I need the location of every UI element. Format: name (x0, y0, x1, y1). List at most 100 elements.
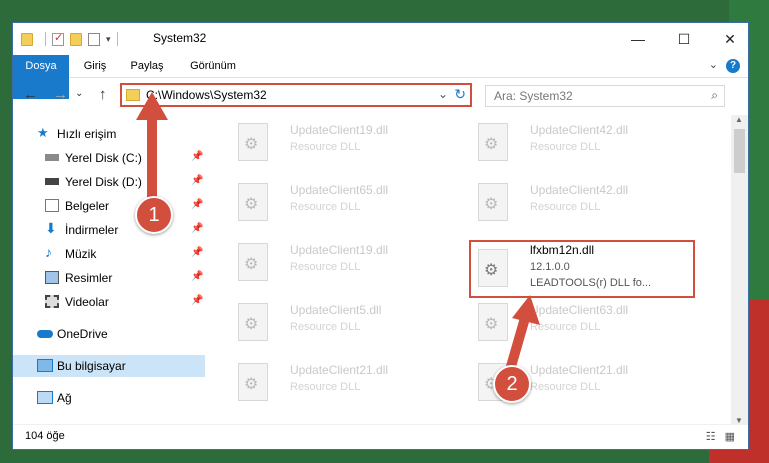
scroll-up-icon[interactable]: ▲ (735, 115, 743, 124)
sidebar-item-label: Yerel Disk (C:) (65, 151, 142, 165)
videos-icon (45, 295, 59, 308)
recent-locations-button[interactable]: ⌄ (75, 88, 83, 99)
list-item[interactable]: UpdateClient5.dll Resource DLL (228, 299, 458, 343)
sidebar-item-label: Belgeler (65, 199, 110, 213)
address-bar[interactable]: C:\Windows\System32 ⌄ ↻ (120, 83, 472, 107)
file-name: UpdateClient65.dll (290, 183, 389, 197)
search-icon: ⌕ (711, 88, 718, 102)
file-name: UpdateClient19.dll (290, 243, 389, 257)
pin-icon[interactable]: 📌 (191, 247, 203, 258)
scrollbar-thumb[interactable] (734, 129, 745, 173)
list-item[interactable]: UpdateClient19.dll Resource DLL (228, 239, 458, 283)
star-icon: ★ (37, 125, 49, 140)
drive-icon (45, 154, 59, 161)
file-name: UpdateClient21.dll (530, 363, 629, 377)
view-toggle-icons[interactable]: ☷ ▦ (706, 430, 738, 443)
file-description: Resource DLL (290, 141, 361, 153)
list-item[interactable]: UpdateClient63.dll Resource DLL (468, 299, 698, 343)
tab-home[interactable]: Giriş (77, 55, 113, 77)
sidebar-item-disk-c[interactable]: Yerel Disk (C:) 📌 (13, 147, 205, 169)
dll-file-icon (238, 123, 268, 161)
address-dropdown-icon[interactable]: ⌄ (438, 87, 448, 101)
sidebar-item-this-pc[interactable]: Bu bilgisayar (13, 355, 205, 377)
sidebar-item-network[interactable]: Ağ (13, 387, 205, 409)
title-bar: ▾ System32 — ☐ ✕ (13, 23, 748, 55)
list-item[interactable]: UpdateClient65.dll Resource DLL (228, 179, 458, 223)
file-description: Resource DLL (290, 381, 361, 393)
dll-file-icon (238, 303, 268, 341)
pin-icon[interactable]: 📌 (191, 175, 203, 186)
maximize-button[interactable]: ☐ (669, 29, 699, 49)
address-path[interactable]: C:\Windows\System32 (146, 88, 267, 102)
file-name: UpdateClient42.dll (530, 123, 629, 137)
dll-file-icon (478, 123, 508, 161)
sidebar-item-videos[interactable]: Videolar 📌 (13, 291, 205, 313)
new-folder-icon[interactable] (70, 32, 82, 46)
pin-icon[interactable]: 📌 (191, 271, 203, 282)
dll-file-icon (478, 183, 508, 221)
sidebar-item-quick-access[interactable]: ★ Hızlı erişim (13, 123, 205, 145)
file-description: Resource DLL (530, 321, 601, 333)
sidebar-item-label: Bu bilgisayar (57, 359, 126, 373)
sidebar-item-pictures[interactable]: Resimler 📌 (13, 267, 205, 289)
drive-icon (45, 178, 59, 185)
ribbon-collapse-icon[interactable]: ⌄ (709, 58, 718, 71)
sidebar-item-label: Ağ (57, 391, 72, 405)
window-title: System32 (153, 31, 207, 45)
forward-button[interactable]: → (53, 86, 68, 103)
pin-icon[interactable]: 📌 (191, 295, 203, 306)
file-description: Resource DLL (290, 321, 361, 333)
sidebar-item-label: Hızlı erişim (57, 127, 117, 141)
dll-file-icon (478, 303, 508, 341)
search-input[interactable]: Ara: System32 (494, 89, 573, 103)
quick-access-toolbar: ▾ (21, 31, 124, 47)
sidebar-item-documents[interactable]: Belgeler 📌 (13, 195, 205, 217)
properties-icon[interactable] (52, 31, 64, 46)
dll-file-icon (238, 363, 268, 401)
help-icon[interactable]: ? (726, 59, 740, 73)
sidebar-item-label: Müzik (65, 247, 97, 261)
list-item[interactable]: UpdateClient42.dll Resource DLL (468, 119, 698, 163)
dll-file-icon (238, 183, 268, 221)
close-button[interactable]: ✕ (715, 29, 745, 49)
cloud-icon (37, 330, 53, 338)
customize-dropdown-icon[interactable]: ▾ (106, 34, 111, 45)
computer-icon (37, 359, 53, 372)
sidebar-item-downloads[interactable]: ⬇ İndirmeler 📌 (13, 219, 205, 241)
folder-icon (21, 32, 33, 46)
navigation-bar: ← → ⌄ ↑ C:\Windows\System32 ⌄ ↻ Ara: Sys… (13, 78, 748, 114)
downloads-icon: ⬇ (45, 220, 57, 236)
pin-icon[interactable]: 📌 (191, 199, 203, 210)
highlight-box-file (469, 240, 695, 298)
file-name: UpdateClient5.dll (290, 303, 382, 317)
back-button[interactable]: ← (23, 86, 38, 103)
item-count: 104 öğe (25, 430, 65, 442)
sidebar-item-onedrive[interactable]: OneDrive (13, 323, 205, 345)
vertical-scrollbar[interactable]: ▲ ▼ (731, 115, 748, 425)
list-item[interactable]: UpdateClient19.dll Resource DLL (228, 119, 458, 163)
explorer-window: ▾ System32 — ☐ ✕ Dosya Giriş Paylaş Görü… (12, 22, 749, 450)
sidebar-item-music[interactable]: ♪ Müzik 📌 (13, 243, 205, 265)
minimize-button[interactable]: — (623, 29, 653, 49)
file-name: UpdateClient63.dll (530, 303, 629, 317)
file-description: Resource DLL (290, 261, 361, 273)
step-2-badge: 2 (493, 365, 531, 403)
sidebar-item-disk-d[interactable]: Yerel Disk (D:) 📌 (13, 171, 205, 193)
view-icon[interactable] (88, 32, 100, 46)
up-button[interactable]: ↑ (99, 86, 107, 103)
sidebar-item-label: Resimler (65, 271, 113, 285)
list-item[interactable]: UpdateClient42.dll Resource DLL (468, 179, 698, 223)
separator (116, 32, 118, 46)
dll-file-icon (238, 243, 268, 281)
navigation-pane: ★ Hızlı erişim Yerel Disk (C:) 📌 Yerel D… (13, 115, 205, 425)
tab-share[interactable]: Paylaş (125, 55, 169, 77)
search-box[interactable]: Ara: System32 ⌕ (485, 85, 725, 107)
list-item[interactable]: UpdateClient21.dll Resource DLL (228, 359, 458, 403)
ribbon-tabs: Dosya Giriş Paylaş Görünüm ⌄ ? (13, 55, 748, 99)
refresh-button[interactable]: ↻ (454, 86, 466, 103)
tab-view[interactable]: Görünüm (185, 55, 241, 77)
pin-icon[interactable]: 📌 (191, 151, 203, 162)
sidebar-item-label: Yerel Disk (D:) (65, 175, 142, 189)
pin-icon[interactable]: 📌 (191, 223, 203, 234)
step-1-badge: 1 (135, 196, 173, 234)
